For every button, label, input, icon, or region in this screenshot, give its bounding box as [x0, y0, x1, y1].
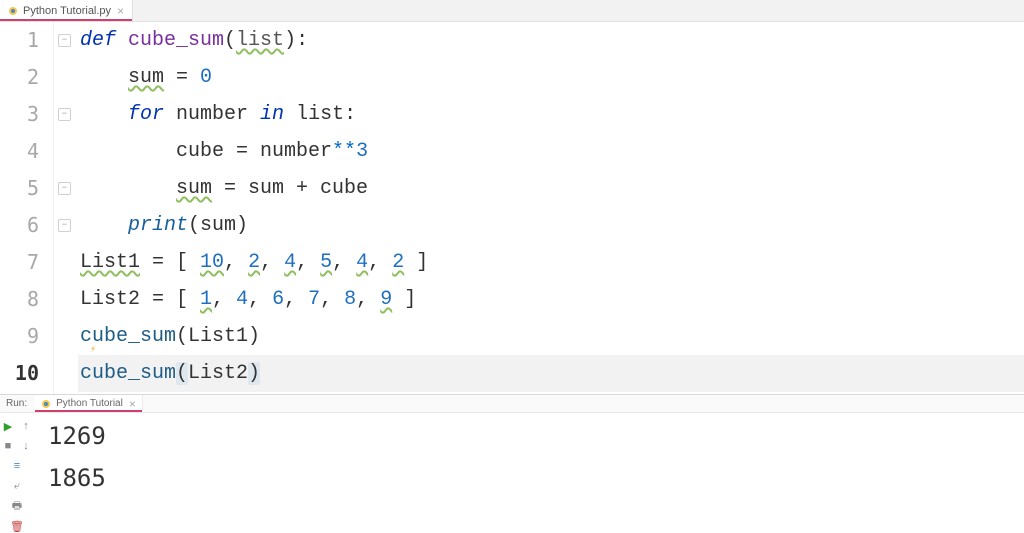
- run-panel: Run: Python Tutorial × ▶ ↑ ■ ↓ ≡ ⤶ 🖶 🗑 1…: [0, 395, 1024, 533]
- editor-pane: Python Tutorial.py × 12345678910 − − − − ⚡ …: [0, 0, 1024, 395]
- fold-toggle-icon[interactable]: −: [58, 219, 71, 232]
- code-line[interactable]: List1 = [ 10, 2, 4, 5, 4, 2 ]: [78, 244, 1024, 281]
- run-toolbar: ▶ ↑ ■ ↓ ≡ ⤶ 🖶 🗑: [0, 413, 34, 533]
- intention-bulb-icon[interactable]: ⚡: [90, 332, 96, 369]
- gutter: 12345678910: [0, 22, 54, 394]
- code-body: 12345678910 − − − − ⚡ def cube_sum(list): s…: [0, 22, 1024, 394]
- run-header: Run: Python Tutorial ×: [0, 395, 1024, 413]
- down-icon[interactable]: ↓: [19, 439, 33, 453]
- line-number: 4: [0, 133, 39, 170]
- code-line[interactable]: cube_sum(List2): [78, 355, 1024, 392]
- line-number: 3: [0, 96, 39, 133]
- line-number: 6: [0, 207, 39, 244]
- trash-icon[interactable]: 🗑: [10, 519, 24, 533]
- line-number: 10: [0, 355, 39, 392]
- stop-icon[interactable]: ■: [1, 439, 15, 453]
- python-file-icon: [41, 399, 51, 409]
- line-number: 5: [0, 170, 39, 207]
- line-number: 8: [0, 281, 39, 318]
- code-line[interactable]: print(sum): [78, 207, 1024, 244]
- run-output[interactable]: 12691865: [34, 413, 1024, 533]
- code-line[interactable]: sum = 0: [78, 59, 1024, 96]
- wrap-icon[interactable]: ⤶: [10, 479, 24, 493]
- code-line[interactable]: List2 = [ 1, 4, 6, 7, 8, 9 ]: [78, 281, 1024, 318]
- code-line[interactable]: def cube_sum(list):: [78, 22, 1024, 59]
- output-line: 1269: [48, 415, 1024, 457]
- rerun-icon[interactable]: ▶: [1, 419, 15, 433]
- print-icon[interactable]: 🖶: [10, 499, 24, 513]
- code-line[interactable]: cube = number**3: [78, 133, 1024, 170]
- close-icon[interactable]: ×: [129, 397, 136, 411]
- run-body: ▶ ↑ ■ ↓ ≡ ⤶ 🖶 🗑 12691865: [0, 413, 1024, 533]
- fold-column: − − − −: [54, 22, 78, 394]
- run-tab[interactable]: Python Tutorial ×: [35, 395, 143, 412]
- fold-toggle-icon[interactable]: −: [58, 108, 71, 121]
- code-line[interactable]: for number in list:: [78, 96, 1024, 133]
- layout-icon[interactable]: ≡: [10, 459, 24, 473]
- editor-tab[interactable]: Python Tutorial.py ×: [0, 0, 133, 21]
- code-line[interactable]: sum = sum + cube: [78, 170, 1024, 207]
- close-icon[interactable]: ×: [117, 4, 124, 18]
- fold-toggle-icon[interactable]: −: [58, 34, 71, 47]
- output-line: 1865: [48, 457, 1024, 499]
- line-number: 7: [0, 244, 39, 281]
- fold-toggle-icon[interactable]: −: [58, 182, 71, 195]
- line-number: 2: [0, 59, 39, 96]
- line-number: 1: [0, 22, 39, 59]
- code-lines[interactable]: ⚡ def cube_sum(list): sum = 0 for number…: [78, 22, 1024, 394]
- editor-tab-bar: Python Tutorial.py ×: [0, 0, 1024, 22]
- run-label: Run:: [6, 398, 27, 409]
- code-line[interactable]: cube_sum(List1): [78, 318, 1024, 355]
- editor-tab-label: Python Tutorial.py: [23, 5, 111, 17]
- python-file-icon: [8, 6, 18, 16]
- run-tab-label: Python Tutorial: [56, 398, 123, 409]
- up-icon[interactable]: ↑: [19, 419, 33, 433]
- line-number: 9: [0, 318, 39, 355]
